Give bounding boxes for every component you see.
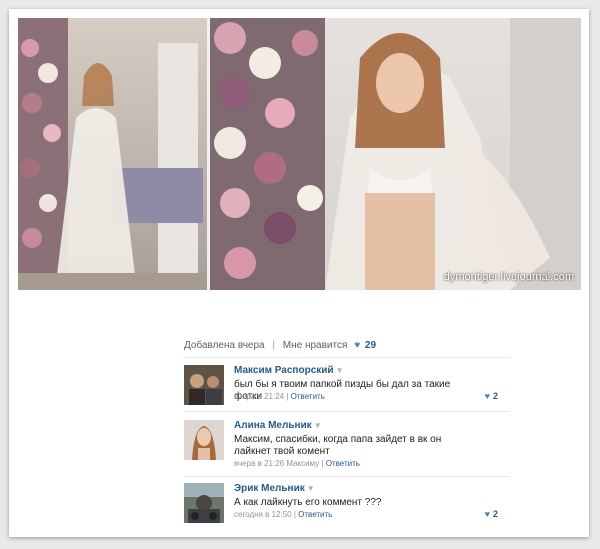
footer-separator: |	[321, 459, 324, 468]
comment-like[interactable]: ♥ 2	[485, 509, 498, 519]
reply-link[interactable]: Ответить	[291, 392, 325, 401]
comment-time[interactable]: вчера в 21:24	[234, 392, 284, 401]
avatar-image	[184, 365, 224, 405]
avatar-image	[184, 483, 224, 523]
comment: Алина Мельник ▼ Максим, спасибки, когда п…	[184, 420, 510, 470]
footer-separator: |	[286, 392, 289, 401]
comment-footer: сегодня в 12:50 | Ответить	[234, 510, 332, 519]
meta-separator: |	[272, 340, 275, 351]
reply-link[interactable]: Ответить	[298, 510, 332, 519]
comment-like-count[interactable]: 2	[493, 509, 498, 519]
watermark: dymontiger.livejournal.com	[443, 271, 574, 283]
comment: Максим Распорский ▼ был бы я твоим папкой…	[184, 365, 510, 410]
post-meta: Добавлена вчера | Мне нравится ♥ 29	[184, 340, 376, 351]
photo-full-length-illustration	[18, 18, 207, 290]
avatar[interactable]	[184, 365, 224, 405]
divider	[184, 357, 510, 358]
comment-author-name[interactable]: Максим Распорский	[234, 365, 334, 376]
comment-time[interactable]: сегодня в 12:50	[234, 510, 292, 519]
photo-portrait[interactable]: dymontiger.livejournal.com	[210, 18, 581, 290]
comment-text: А как лайкнуть его коммент ???	[234, 497, 382, 508]
heart-icon[interactable]: ♥	[485, 391, 490, 401]
photo-full-length[interactable]	[18, 18, 207, 290]
chevron-down-icon[interactable]: ▼	[307, 484, 315, 493]
comment-author-name[interactable]: Эрик Мельник	[234, 483, 305, 494]
comment-time[interactable]: вчера в 21:26 Максиму	[234, 459, 319, 468]
chevron-down-icon[interactable]: ▼	[314, 421, 322, 430]
avatar[interactable]	[184, 483, 224, 523]
comment-author[interactable]: Эрик Мельник ▼	[234, 483, 315, 494]
photo-collage: dymontiger.livejournal.com	[18, 18, 581, 290]
divider	[184, 411, 510, 412]
avatar[interactable]	[184, 420, 224, 460]
comment-like-count[interactable]: 2	[493, 391, 498, 401]
post-date: Добавлена вчера	[184, 340, 265, 351]
comment: Эрик Мельник ▼ А как лайкнуть его коммент…	[184, 483, 510, 525]
comment-footer: вчера в 21:26 Максиму | Ответить	[234, 459, 360, 468]
comment-text: Максим, спасибки, когда папа зайдет в вк…	[234, 434, 442, 457]
heart-icon[interactable]: ♥	[485, 509, 490, 519]
comment-author[interactable]: Максим Распорский ▼	[234, 365, 343, 376]
like-link[interactable]: Мне нравится	[283, 340, 348, 351]
divider	[184, 476, 510, 477]
reply-link[interactable]: Ответить	[326, 459, 360, 468]
comment-footer: вчера в 21:24 | Ответить	[234, 392, 325, 401]
chevron-down-icon[interactable]: ▼	[336, 366, 344, 375]
comment-like[interactable]: ♥ 2	[485, 391, 498, 401]
likes-count[interactable]: 29	[365, 340, 376, 351]
photo-portrait-illustration	[210, 18, 581, 290]
heart-icon[interactable]: ♥	[354, 340, 360, 351]
footer-separator: |	[293, 510, 296, 519]
comment-author[interactable]: Алина Мельник ▼	[234, 420, 322, 431]
avatar-image	[184, 420, 224, 460]
comment-author-name[interactable]: Алина Мельник	[234, 420, 312, 431]
